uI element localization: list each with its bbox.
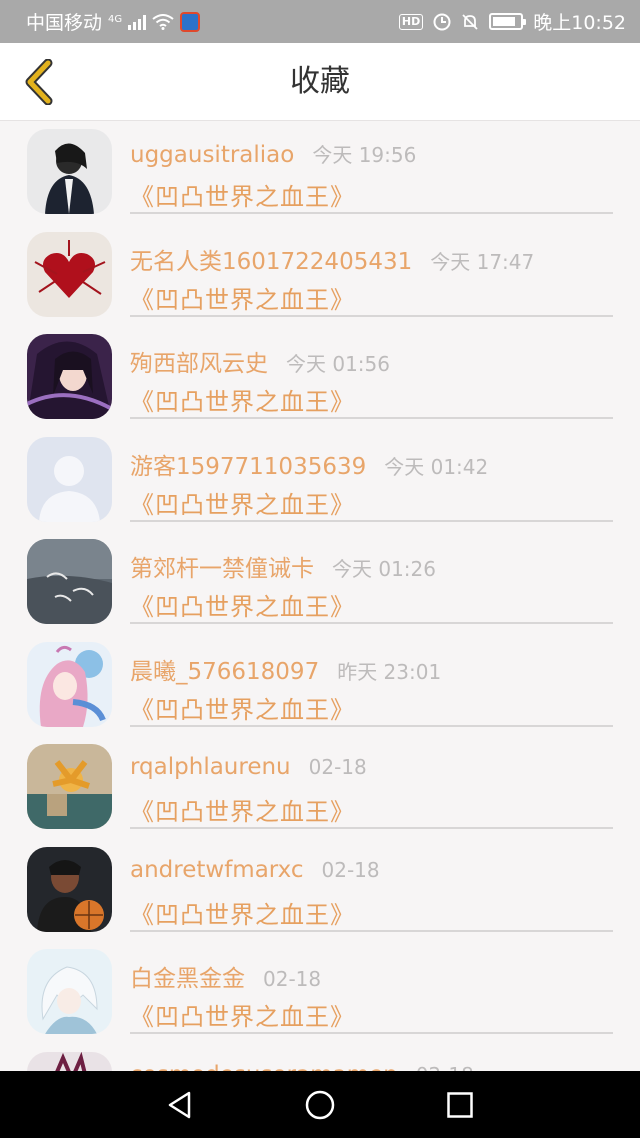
list-item[interactable]: rqalphlaurenu 02-18 《凹凸世界之血王》 bbox=[0, 736, 640, 839]
avatar[interactable] bbox=[27, 641, 112, 727]
list-item[interactable]: 殉西部风云史 今天 01:56 《凹凸世界之血王》 bbox=[0, 326, 640, 429]
timestamp: 今天 17:47 bbox=[430, 249, 535, 274]
list-item-body: cosmodesusoramamen02-18《凹凸世界之血王》 bbox=[130, 1044, 613, 1072]
battery-level bbox=[493, 17, 515, 26]
title-bar: 收藏 bbox=[0, 43, 640, 121]
avatar[interactable] bbox=[27, 129, 112, 214]
username[interactable]: andretwfmarxc bbox=[130, 857, 304, 883]
timestamp: 今天 19:56 bbox=[312, 143, 417, 167]
list-item-header: 殉西部风云史 今天 01:56 bbox=[130, 344, 390, 378]
avatar[interactable] bbox=[27, 949, 112, 1034]
timestamp: 02-18 bbox=[416, 1063, 474, 1072]
list-item-body: 白金黑金金 02-18 《凹凸世界之血王》 bbox=[130, 941, 613, 1034]
list-item-header: 第郊杆一禁僮诫卡 今天 01:26 bbox=[130, 549, 436, 583]
timestamp: 02-18 bbox=[321, 857, 380, 882]
recents-nav-button[interactable] bbox=[435, 1080, 485, 1130]
page-title: 收藏 bbox=[290, 64, 350, 99]
avatar[interactable] bbox=[27, 334, 112, 419]
triangle-back-icon bbox=[168, 1091, 191, 1118]
list-item-header: rqalphlaurenu 02-18 bbox=[130, 754, 367, 780]
book-title[interactable]: 《凹凸世界之血王》 bbox=[130, 587, 355, 622]
home-nav-button[interactable] bbox=[295, 1080, 345, 1130]
list-item-header: cosmodesusoramamen 02-18 bbox=[130, 1062, 474, 1072]
username[interactable]: cosmodesusoramamen bbox=[130, 1062, 398, 1072]
book-title[interactable]: 《凹凸世界之血王》 bbox=[130, 177, 355, 212]
list-item-body: uggausitraliao 今天 19:56 《凹凸世界之血王》 bbox=[130, 121, 613, 214]
list-item[interactable]: 游客1597711035639 今天 01:42 《凹凸世界之血王》 bbox=[0, 429, 640, 532]
list-item-header: 白金黑金金 02-18 bbox=[130, 959, 321, 993]
mute-bell-icon bbox=[461, 13, 479, 31]
avatar[interactable] bbox=[27, 231, 112, 317]
list-item-header: 游客1597711035639 今天 01:42 bbox=[130, 447, 488, 481]
avatar[interactable] bbox=[27, 436, 112, 522]
list-item[interactable]: 白金黑金金 02-18 《凹凸世界之血王》 bbox=[0, 941, 640, 1044]
list-item-body: 无名人类1601722405431 今天 17:47 《凹凸世界之血王》 bbox=[130, 224, 613, 317]
system-navigation-bar bbox=[0, 1071, 640, 1138]
list-item-body: andretwfmarxc 02-18 《凹凸世界之血王》 bbox=[130, 839, 613, 932]
list-item[interactable]: 无名人类1601722405431 今天 17:47 《凹凸世界之血王》 bbox=[0, 224, 640, 327]
list-item[interactable]: andretwfmarxc 02-18 《凹凸世界之血王》 bbox=[0, 839, 640, 942]
list-item-header: 无名人类1601722405431 今天 17:47 bbox=[130, 242, 534, 276]
username[interactable]: uggausitraliao bbox=[130, 142, 294, 168]
username[interactable]: 游客1597711035639 bbox=[130, 447, 366, 481]
username[interactable]: 无名人类1601722405431 bbox=[130, 242, 412, 276]
book-title[interactable]: 《凹凸世界之血王》 bbox=[130, 280, 355, 315]
timestamp: 02-18 bbox=[263, 967, 322, 991]
list-item-body: 晨曦_576618097 昨天 23:01 《凹凸世界之血王》 bbox=[130, 634, 613, 727]
circle-home-icon bbox=[305, 1090, 335, 1119]
username[interactable]: 白金黑金金 bbox=[130, 959, 245, 993]
book-title[interactable]: 《凹凸世界之血王》 bbox=[130, 895, 355, 930]
list-item-body: 游客1597711035639 今天 01:42 《凹凸世界之血王》 bbox=[130, 429, 613, 522]
book-title[interactable]: 《凹凸世界之血王》 bbox=[130, 382, 355, 417]
username[interactable]: 第郊杆一禁僮诫卡 bbox=[130, 549, 314, 583]
avatar[interactable] bbox=[27, 1051, 112, 1071]
data-saver-icon bbox=[433, 13, 451, 31]
battery-icon bbox=[489, 13, 527, 30]
avatar[interactable] bbox=[27, 539, 112, 624]
timestamp: 今天 01:42 bbox=[384, 454, 489, 479]
list-item-header: uggausitraliao 今天 19:56 bbox=[130, 139, 416, 168]
status-bar: 中国移动 4G HD 晚上10:52 bbox=[0, 0, 640, 43]
carrier-label: 中国移动 bbox=[26, 12, 103, 34]
list-item[interactable]: 晨曦_576618097 昨天 23:01 《凹凸世界之血王》 bbox=[0, 634, 640, 737]
list-item-header: andretwfmarxc 02-18 bbox=[130, 857, 380, 883]
book-title[interactable]: 《凹凸世界之血王》 bbox=[130, 485, 355, 520]
signal-icon bbox=[128, 14, 147, 30]
timestamp: 昨天 23:01 bbox=[337, 659, 442, 684]
list-item-header: 晨曦_576618097 昨天 23:01 bbox=[130, 652, 441, 686]
username[interactable]: 殉西部风云史 bbox=[130, 344, 268, 378]
clock: 晚上10:52 bbox=[533, 12, 626, 34]
avatar[interactable] bbox=[27, 744, 112, 829]
avatar[interactable] bbox=[27, 846, 112, 932]
list-item-body: 第郊杆一禁僮诫卡 今天 01:26 《凹凸世界之血王》 bbox=[130, 531, 613, 624]
timestamp: 02-18 bbox=[308, 755, 367, 779]
back-nav-button[interactable] bbox=[155, 1080, 205, 1130]
square-recents-icon bbox=[447, 1091, 473, 1118]
book-title[interactable]: 《凹凸世界之血王》 bbox=[130, 690, 355, 725]
book-title[interactable]: 《凹凸世界之血王》 bbox=[130, 997, 355, 1032]
hd-badge: HD bbox=[398, 13, 424, 30]
list-item-body: rqalphlaurenu 02-18 《凹凸世界之血王》 bbox=[130, 736, 613, 829]
list-item[interactable]: cosmodesusoramamen02-18《凹凸世界之血王》 bbox=[0, 1044, 640, 1072]
network-type: 4G bbox=[108, 14, 123, 25]
list-item-body: 殉西部风云史 今天 01:56 《凹凸世界之血王》 bbox=[130, 326, 613, 419]
book-title[interactable]: 《凹凸世界之血王》 bbox=[130, 792, 355, 827]
timestamp: 今天 01:26 bbox=[332, 557, 436, 581]
app-notification-icon bbox=[180, 11, 201, 32]
username[interactable]: 晨曦_576618097 bbox=[130, 652, 319, 686]
username[interactable]: rqalphlaurenu bbox=[130, 754, 291, 780]
list-item[interactable]: uggausitraliao 今天 19:56 《凹凸世界之血王》 bbox=[0, 121, 640, 224]
wifi-icon bbox=[152, 13, 174, 30]
timestamp: 今天 01:56 bbox=[286, 352, 390, 376]
favorites-list[interactable]: uggausitraliao 今天 19:56 《凹凸世界之血王》 无名人类16017… bbox=[0, 121, 640, 1071]
list-item[interactable]: 第郊杆一禁僮诫卡 今天 01:26 《凹凸世界之血王》 bbox=[0, 531, 640, 634]
